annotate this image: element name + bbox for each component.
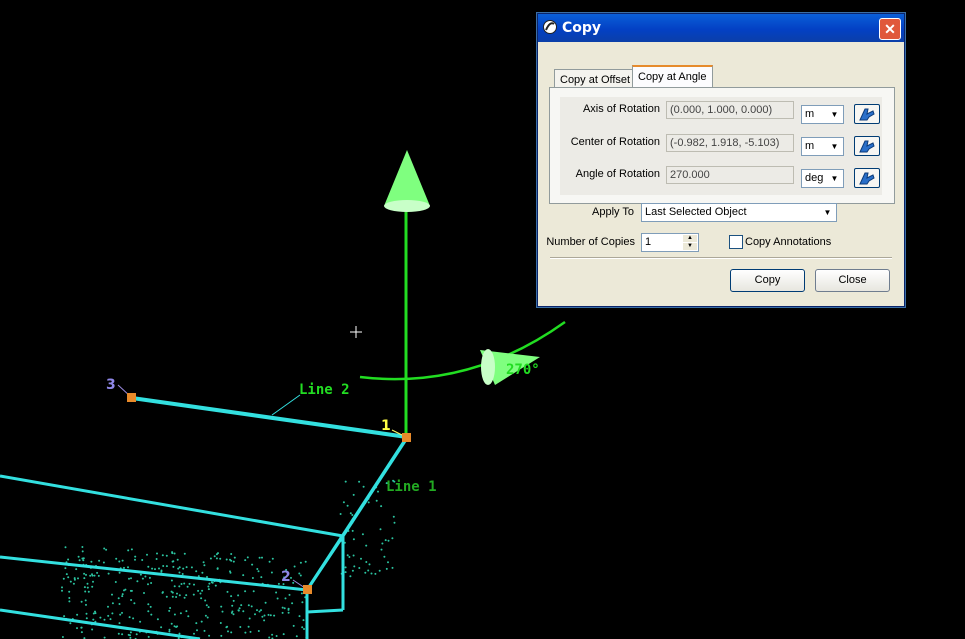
tab-panel: Axis of Rotation (0.000, 1.000, 0.000) m… <box>549 87 895 204</box>
center-unit-select[interactable]: m ▼ <box>801 137 844 156</box>
axis-unit-value: m <box>805 108 815 120</box>
close-icon[interactable]: ✕ <box>879 18 901 40</box>
point-2-label: 2 <box>281 569 291 585</box>
line-1-label: Line 1 <box>386 479 437 495</box>
number-of-copies-value: 1 <box>645 236 652 248</box>
line-2-label: Line 2 <box>299 382 350 398</box>
pick-axis-button[interactable] <box>854 104 880 124</box>
point-1-marker[interactable] <box>402 433 411 442</box>
apply-to-label: Apply To <box>592 206 634 218</box>
rotation-group: Axis of Rotation (0.000, 1.000, 0.000) m… <box>560 97 882 195</box>
dialog-title: Copy <box>562 20 602 36</box>
dialog-titlebar[interactable]: Copy ✕ <box>538 14 904 42</box>
point-1-label: 1 <box>381 418 391 434</box>
apply-to-select[interactable]: Last Selected Object ▼ <box>641 203 837 222</box>
center-unit-value: m <box>805 140 815 152</box>
copy-dialog: Copy ✕ Copy at Offset Copy at Angle Axis… <box>537 13 905 307</box>
close-button[interactable]: Close <box>815 269 890 292</box>
copy-annotations-checkbox[interactable] <box>729 235 743 249</box>
copy-annotations-label: Copy Annotations <box>745 236 832 248</box>
spin-up-icon[interactable]: ▲ <box>683 235 697 242</box>
point-3-marker[interactable] <box>127 393 136 402</box>
pick-hand-icon <box>859 172 875 185</box>
chevron-down-icon: ▼ <box>827 107 842 122</box>
copy-button[interactable]: Copy <box>730 269 805 292</box>
chevron-down-icon: ▼ <box>820 205 835 220</box>
chevron-down-icon: ▼ <box>827 139 842 154</box>
angle-of-rotation-label: Angle of Rotation <box>575 168 660 180</box>
angle-unit-select[interactable]: deg ▼ <box>801 169 844 188</box>
tab-copy-at-angle[interactable]: Copy at Angle <box>632 65 713 89</box>
number-of-copies-label: Number of Copies <box>546 236 635 248</box>
app-logo-icon <box>543 20 557 34</box>
center-of-rotation-value: (-0.982, 1.918, -5.103) <box>666 134 794 152</box>
point-3-label: 3 <box>106 377 116 393</box>
apply-to-value: Last Selected Object <box>645 206 747 218</box>
pick-center-button[interactable] <box>854 136 880 156</box>
spin-down-icon[interactable]: ▼ <box>683 243 697 250</box>
pick-hand-icon <box>859 140 875 153</box>
pick-angle-button[interactable] <box>854 168 880 188</box>
axis-of-rotation-label: Axis of Rotation <box>582 103 660 115</box>
axis-of-rotation-value: (0.000, 1.000, 0.000) <box>666 101 794 119</box>
chevron-down-icon: ▼ <box>827 171 842 186</box>
pick-hand-icon <box>859 108 875 121</box>
angle-unit-value: deg <box>805 172 824 184</box>
point-2-marker[interactable] <box>303 585 312 594</box>
center-of-rotation-label: Center of Rotation <box>570 136 660 148</box>
angle-of-rotation-value: 270.000 <box>666 166 794 184</box>
angle-label: 270° <box>506 362 540 378</box>
axis-unit-select[interactable]: m ▼ <box>801 105 844 124</box>
separator <box>550 257 892 259</box>
number-of-copies-stepper[interactable]: 1 ▲ ▼ <box>641 233 699 252</box>
